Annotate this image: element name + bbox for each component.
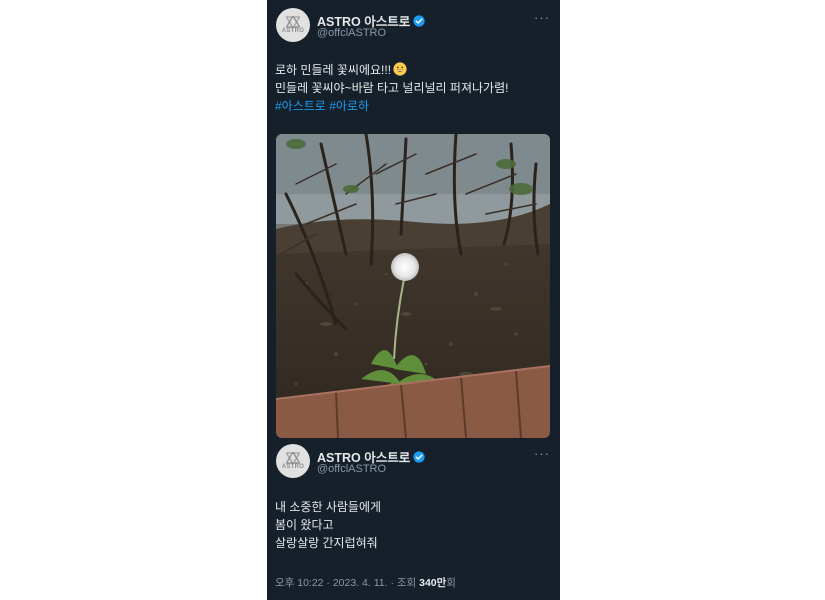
hashtag-line: #아스트로 #아로하 xyxy=(275,97,552,115)
tweet-meta: 오후 10:22 · 2023. 4. 11. · 조회 340만회 xyxy=(275,575,456,590)
verified-badge-icon xyxy=(413,450,425,463)
avatar-logo-text: ASTRO xyxy=(281,464,305,470)
avatar[interactable]: ASTRO xyxy=(276,444,310,478)
verified-badge-icon xyxy=(413,14,425,27)
quoted-tweet-text: 내 소중한 사람들에게 봄이 왔다고 살랑살랑 간지럽혀줘 xyxy=(275,498,552,552)
quoted-tweet-header: ASTRO ASTRO 아스트로 @offclASTRO ··· xyxy=(267,444,560,490)
handle[interactable]: @offclASTRO xyxy=(317,463,386,475)
dandelion-photo xyxy=(276,134,550,438)
timestamp[interactable]: 오후 10:22 · 2023. 4. 11. · 조회 xyxy=(275,577,419,589)
tweet-line: 민들레 꽃씨야~바람 타고 널리널리 퍼져나가렴! xyxy=(275,81,509,95)
tweet-line: 로하 민들레 꽃씨에요!!! xyxy=(275,61,552,79)
astro-logo-icon xyxy=(286,452,300,464)
tweet-text: 로하 민들레 꽃씨에요!!! 민들레 꽃씨야~바람 타고 널리널리 퍼져나가렴!… xyxy=(275,61,552,115)
avatar[interactable]: ASTRO xyxy=(276,8,310,42)
tweet-line-text: 로하 민들레 꽃씨에요!!! xyxy=(275,63,392,77)
tweet-line: 내 소중한 사람들에게 xyxy=(275,500,382,514)
hashtag-link[interactable]: #아스트로 xyxy=(275,99,326,113)
hashtag-link[interactable]: #아로하 xyxy=(329,99,369,113)
views-suffix: 회 xyxy=(446,577,456,589)
more-options-icon[interactable]: ··· xyxy=(534,10,550,25)
more-options-icon[interactable]: ··· xyxy=(534,446,550,461)
tweet-line: 봄이 왔다고 xyxy=(275,518,334,532)
grinning-face-emoji-icon xyxy=(393,62,407,76)
tweet-panel: ASTRO ASTRO 아스트로 @offclASTRO ··· 로하 민들레 … xyxy=(267,0,560,600)
tweet-line: 살랑살랑 간지럽혀줘 xyxy=(275,536,378,550)
handle[interactable]: @offclASTRO xyxy=(317,27,386,39)
avatar-logo-text: ASTRO xyxy=(281,28,305,34)
astro-logo-icon xyxy=(286,16,300,28)
views-count: 340만 xyxy=(419,577,447,589)
tweet-header: ASTRO ASTRO 아스트로 @offclASTRO ··· xyxy=(267,8,560,54)
tweet-photo[interactable] xyxy=(276,134,550,438)
